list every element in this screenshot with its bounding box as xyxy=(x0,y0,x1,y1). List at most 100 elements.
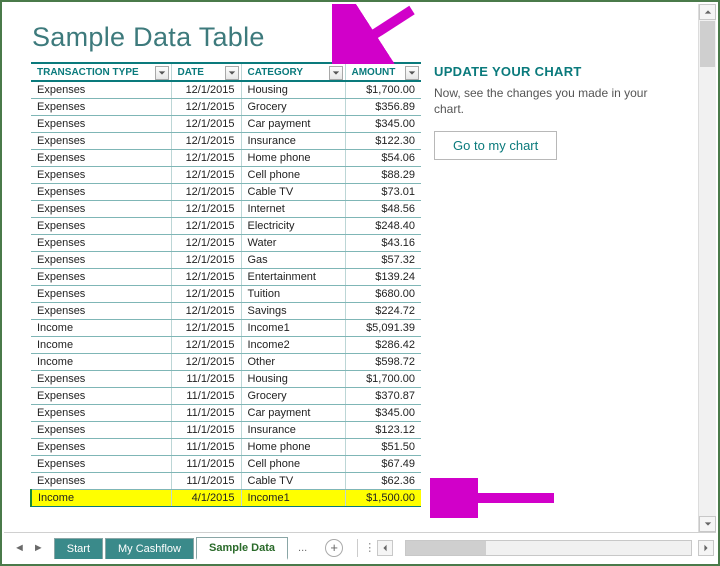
col-header-transaction-type[interactable]: TRANSACTION TYPE xyxy=(31,63,171,81)
table-cell[interactable]: $345.00 xyxy=(345,116,421,133)
table-row[interactable]: Expenses12/1/2015Water$43.16 xyxy=(31,235,421,252)
table-cell[interactable]: Expenses xyxy=(31,303,171,320)
table-cell[interactable]: Insurance xyxy=(241,133,345,150)
table-cell[interactable]: $123.12 xyxy=(345,422,421,439)
table-cell[interactable]: 12/1/2015 xyxy=(171,167,241,184)
table-cell[interactable]: Income xyxy=(31,337,171,354)
go-to-chart-button[interactable]: Go to my chart xyxy=(434,131,557,160)
table-cell[interactable]: 12/1/2015 xyxy=(171,201,241,218)
table-cell[interactable]: $1,700.00 xyxy=(345,371,421,388)
table-cell[interactable]: Tuition xyxy=(241,286,345,303)
filter-icon[interactable] xyxy=(155,66,169,80)
table-row[interactable]: Expenses12/1/2015Cable TV$73.01 xyxy=(31,184,421,201)
table-cell[interactable]: Water xyxy=(241,235,345,252)
table-cell[interactable]: 12/1/2015 xyxy=(171,150,241,167)
table-row[interactable]: Expenses11/1/2015Insurance$123.12 xyxy=(31,422,421,439)
table-cell[interactable]: $73.01 xyxy=(345,184,421,201)
table-cell[interactable]: Expenses xyxy=(31,422,171,439)
table-cell[interactable]: 12/1/2015 xyxy=(171,218,241,235)
table-cell[interactable]: $57.32 xyxy=(345,252,421,269)
table-cell[interactable]: 11/1/2015 xyxy=(171,473,241,490)
table-row[interactable]: Expenses12/1/2015Internet$48.56 xyxy=(31,201,421,218)
table-row[interactable]: Expenses11/1/2015Cable TV$62.36 xyxy=(31,473,421,490)
table-cell[interactable]: Income xyxy=(31,490,171,507)
table-cell[interactable]: 12/1/2015 xyxy=(171,184,241,201)
table-cell[interactable]: Housing xyxy=(241,371,345,388)
scroll-down-button[interactable] xyxy=(699,516,716,532)
table-cell[interactable]: Housing xyxy=(241,81,345,99)
table-cell[interactable]: 4/1/2015 xyxy=(171,490,241,507)
table-cell[interactable]: 11/1/2015 xyxy=(171,405,241,422)
table-cell[interactable]: Expenses xyxy=(31,286,171,303)
table-cell[interactable]: $598.72 xyxy=(345,354,421,371)
table-cell[interactable]: 12/1/2015 xyxy=(171,354,241,371)
table-cell[interactable]: $43.16 xyxy=(345,235,421,252)
table-cell[interactable]: Internet xyxy=(241,201,345,218)
table-cell[interactable]: Car payment xyxy=(241,116,345,133)
table-cell[interactable]: $62.36 xyxy=(345,473,421,490)
table-cell[interactable]: $48.56 xyxy=(345,201,421,218)
table-cell[interactable]: Expenses xyxy=(31,184,171,201)
table-cell[interactable]: $356.89 xyxy=(345,99,421,116)
tab-nav-prev-icon[interactable]: ◄ xyxy=(14,542,25,554)
hscroll-left-button[interactable] xyxy=(377,540,393,556)
table-cell[interactable]: $680.00 xyxy=(345,286,421,303)
scroll-thumb[interactable] xyxy=(700,21,715,67)
filter-icon[interactable] xyxy=(329,66,343,80)
drag-handle-icon[interactable]: ⋮ xyxy=(364,541,375,554)
table-cell[interactable]: Cable TV xyxy=(241,473,345,490)
table-cell[interactable]: $286.42 xyxy=(345,337,421,354)
table-cell[interactable]: 12/1/2015 xyxy=(171,269,241,286)
table-row[interactable]: Expenses12/1/2015Car payment$345.00 xyxy=(31,116,421,133)
table-cell[interactable]: 11/1/2015 xyxy=(171,388,241,405)
table-row[interactable]: Income4/1/2015Income1$1,500.00 xyxy=(31,490,421,507)
table-cell[interactable]: $67.49 xyxy=(345,456,421,473)
table-row[interactable]: Income12/1/2015Income2$286.42 xyxy=(31,337,421,354)
table-cell[interactable]: $248.40 xyxy=(345,218,421,235)
table-cell[interactable]: Cable TV xyxy=(241,184,345,201)
col-header-amount[interactable]: AMOUNT xyxy=(345,63,421,81)
table-row[interactable]: Expenses11/1/2015Cell phone$67.49 xyxy=(31,456,421,473)
table-cell[interactable]: Expenses xyxy=(31,371,171,388)
table-cell[interactable]: Cell phone xyxy=(241,167,345,184)
table-cell[interactable]: Expenses xyxy=(31,456,171,473)
table-cell[interactable]: Income1 xyxy=(241,320,345,337)
table-cell[interactable]: $5,091.39 xyxy=(345,320,421,337)
table-cell[interactable]: $122.30 xyxy=(345,133,421,150)
table-cell[interactable]: Expenses xyxy=(31,133,171,150)
horizontal-scrollbar[interactable] xyxy=(405,540,692,556)
table-cell[interactable]: $139.24 xyxy=(345,269,421,286)
table-cell[interactable]: 12/1/2015 xyxy=(171,286,241,303)
table-cell[interactable]: Income xyxy=(31,320,171,337)
table-cell[interactable]: Insurance xyxy=(241,422,345,439)
filter-icon[interactable] xyxy=(225,66,239,80)
table-cell[interactable]: Income xyxy=(31,354,171,371)
table-row[interactable]: Expenses12/1/2015Cell phone$88.29 xyxy=(31,167,421,184)
table-cell[interactable]: Expenses xyxy=(31,167,171,184)
table-row[interactable]: Income12/1/2015Other$598.72 xyxy=(31,354,421,371)
table-cell[interactable]: Expenses xyxy=(31,252,171,269)
table-row[interactable]: Expenses12/1/2015Home phone$54.06 xyxy=(31,150,421,167)
table-row[interactable]: Expenses12/1/2015Grocery$356.89 xyxy=(31,99,421,116)
table-cell[interactable]: Expenses xyxy=(31,218,171,235)
add-sheet-button[interactable]: + xyxy=(325,539,343,557)
sheet-tab-my-cashflow[interactable]: My Cashflow xyxy=(105,538,194,559)
table-cell[interactable]: 12/1/2015 xyxy=(171,235,241,252)
table-cell[interactable]: 12/1/2015 xyxy=(171,303,241,320)
table-cell[interactable]: $88.29 xyxy=(345,167,421,184)
table-row[interactable]: Expenses11/1/2015Housing$1,700.00 xyxy=(31,371,421,388)
sheet-tab-start[interactable]: Start xyxy=(54,538,103,559)
table-row[interactable]: Expenses11/1/2015Car payment$345.00 xyxy=(31,405,421,422)
table-row[interactable]: Expenses12/1/2015Gas$57.32 xyxy=(31,252,421,269)
table-row[interactable]: Income12/1/2015Income1$5,091.39 xyxy=(31,320,421,337)
table-cell[interactable]: Home phone xyxy=(241,150,345,167)
table-cell[interactable]: Electricity xyxy=(241,218,345,235)
table-cell[interactable]: 12/1/2015 xyxy=(171,320,241,337)
table-cell[interactable]: 11/1/2015 xyxy=(171,422,241,439)
table-cell[interactable]: Gas xyxy=(241,252,345,269)
table-cell[interactable]: $51.50 xyxy=(345,439,421,456)
table-cell[interactable]: 11/1/2015 xyxy=(171,371,241,388)
table-row[interactable]: Expenses11/1/2015Grocery$370.87 xyxy=(31,388,421,405)
table-row[interactable]: Expenses12/1/2015Entertainment$139.24 xyxy=(31,269,421,286)
table-cell[interactable]: 12/1/2015 xyxy=(171,133,241,150)
